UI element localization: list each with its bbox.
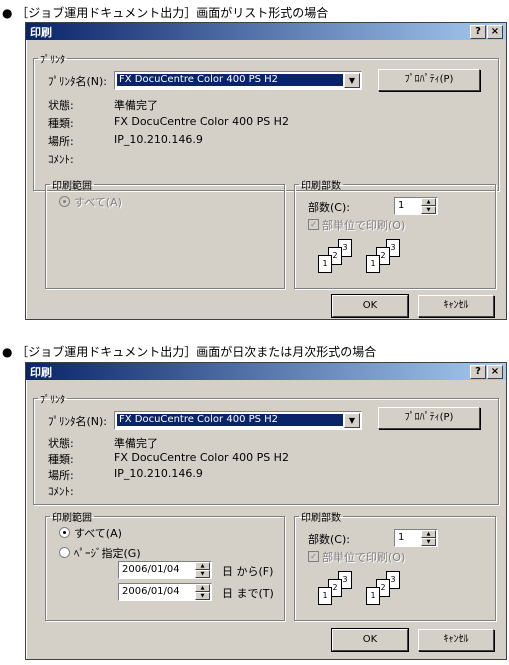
printer-name-value: FX DocuCentre Color 400 PS H2 <box>117 74 343 86</box>
printer-group-legend: ﾌﾟﾘﾝﾀ <box>40 395 65 406</box>
print-dialog-daily-monthly: 印刷 ? × ﾌﾟﾘﾝﾀ ﾌﾟﾘﾝﾀ名(N): FX DocuCentre Co… <box>25 362 507 660</box>
spin-up-icon[interactable]: ▲ <box>421 198 436 206</box>
range-page-label[interactable]: ﾍﾟｰｼﾞ指定(G) <box>74 545 141 561</box>
printer-name-value: FX DocuCentre Color 400 PS H2 <box>117 414 343 426</box>
ok-button[interactable]: OK <box>331 628 409 652</box>
spin-up-icon[interactable]: ▲ <box>421 530 436 538</box>
collate-checkbox: ✓ <box>308 551 319 562</box>
collate-label: 部単位で印刷(O) <box>322 219 406 232</box>
close-button[interactable]: × <box>487 25 503 39</box>
copies-value: 1 <box>398 532 405 543</box>
location-label: 場所: <box>48 135 74 148</box>
status-value: 準備完了 <box>114 99 158 112</box>
print-range-legend: 印刷範囲 <box>52 181 92 192</box>
print-range-legend: 印刷範囲 <box>52 513 92 524</box>
spin-up-icon[interactable]: ▲ <box>195 584 210 592</box>
status-value: 準備完了 <box>114 437 158 450</box>
date-to-value: 2006/01/04 <box>122 586 180 597</box>
caption-list-format: ● ［ジョブ運用ドキュメント出力］画面がリスト形式の場合 <box>2 6 329 20</box>
type-value: FX DocuCentre Color 400 PS H2 <box>114 451 289 464</box>
dialog-titlebar: 印刷 ? × <box>26 23 506 40</box>
printer-name-select[interactable]: FX DocuCentre Color 400 PS H2 ▼ <box>114 71 362 90</box>
date-from-spinner[interactable]: 2006/01/04 ▲ ▼ <box>118 561 212 579</box>
printer-name-select[interactable]: FX DocuCentre Color 400 PS H2 ▼ <box>114 411 362 430</box>
range-all-radio[interactable] <box>59 527 70 538</box>
dialog-title: 印刷 <box>30 26 52 39</box>
cancel-button[interactable]: ｷｬﾝｾﾙ <box>418 629 494 651</box>
to-label: 日 まで(T) <box>222 587 274 600</box>
spin-down-icon[interactable]: ▼ <box>195 570 210 578</box>
spin-down-icon[interactable]: ▼ <box>421 206 436 214</box>
copies-value: 1 <box>398 200 405 211</box>
print-dialog-list: 印刷 ? × ﾌﾟﾘﾝﾀ ﾌﾟﾘﾝﾀ名(N): FX DocuCentre Co… <box>25 22 507 320</box>
range-all-label[interactable]: すべて(A) <box>74 525 122 541</box>
properties-button[interactable]: ﾌﾟﾛﾊﾟﾃｨ(P) <box>378 69 480 91</box>
help-button[interactable]: ? <box>470 25 486 39</box>
copies-label: 部数(C): <box>308 533 350 546</box>
collate-checkbox: ✓ <box>308 219 319 230</box>
date-from-value: 2006/01/04 <box>122 564 180 575</box>
location-value: IP_10.210.146.9 <box>114 467 203 480</box>
spin-down-icon[interactable]: ▼ <box>195 592 210 600</box>
printer-group-legend: ﾌﾟﾘﾝﾀ <box>40 55 65 66</box>
caption-daily-monthly-format: ● ［ジョブ運用ドキュメント出力］画面が日次または月次形式の場合 <box>2 345 377 359</box>
chevron-down-icon[interactable]: ▼ <box>344 413 360 428</box>
type-value: FX DocuCentre Color 400 PS H2 <box>114 115 289 128</box>
properties-button[interactable]: ﾌﾟﾛﾊﾟﾃｨ(P) <box>378 407 480 429</box>
type-label: 種類: <box>48 453 74 466</box>
printer-name-label: ﾌﾟﾘﾝﾀ名(N): <box>48 75 108 88</box>
type-label: 種類: <box>48 117 74 130</box>
spin-down-icon[interactable]: ▼ <box>421 538 436 546</box>
close-button[interactable]: × <box>487 365 503 379</box>
collate-label: 部単位で印刷(O) <box>322 551 406 564</box>
range-page-radio[interactable] <box>59 547 70 558</box>
comment-label: ｺﾒﾝﾄ: <box>48 153 74 166</box>
copies-legend: 印刷部数 <box>301 181 341 192</box>
help-button[interactable]: ? <box>470 365 486 379</box>
ok-button[interactable]: OK <box>331 294 409 318</box>
copies-spinner[interactable]: 1 ▲ ▼ <box>394 197 438 215</box>
comment-label: ｺﾒﾝﾄ: <box>48 485 74 498</box>
status-label: 状態: <box>48 437 74 450</box>
range-all-label: すべて(A) <box>74 196 122 209</box>
location-label: 場所: <box>48 469 74 482</box>
from-label: 日 から(F) <box>222 565 274 578</box>
date-to-spinner[interactable]: 2006/01/04 ▲ ▼ <box>118 583 212 601</box>
chevron-down-icon[interactable]: ▼ <box>344 73 360 88</box>
status-label: 状態: <box>48 99 74 112</box>
spin-up-icon[interactable]: ▲ <box>195 562 210 570</box>
dialog-titlebar: 印刷 ? × <box>26 363 506 380</box>
copies-legend: 印刷部数 <box>301 513 341 524</box>
dialog-title: 印刷 <box>30 366 52 379</box>
copies-spinner[interactable]: 1 ▲ ▼ <box>394 529 438 547</box>
cancel-button[interactable]: ｷｬﾝｾﾙ <box>418 295 494 317</box>
printer-name-label: ﾌﾟﾘﾝﾀ名(N): <box>48 415 108 428</box>
location-value: IP_10.210.146.9 <box>114 133 203 146</box>
range-all-radio <box>59 196 70 207</box>
copies-label: 部数(C): <box>308 201 350 214</box>
